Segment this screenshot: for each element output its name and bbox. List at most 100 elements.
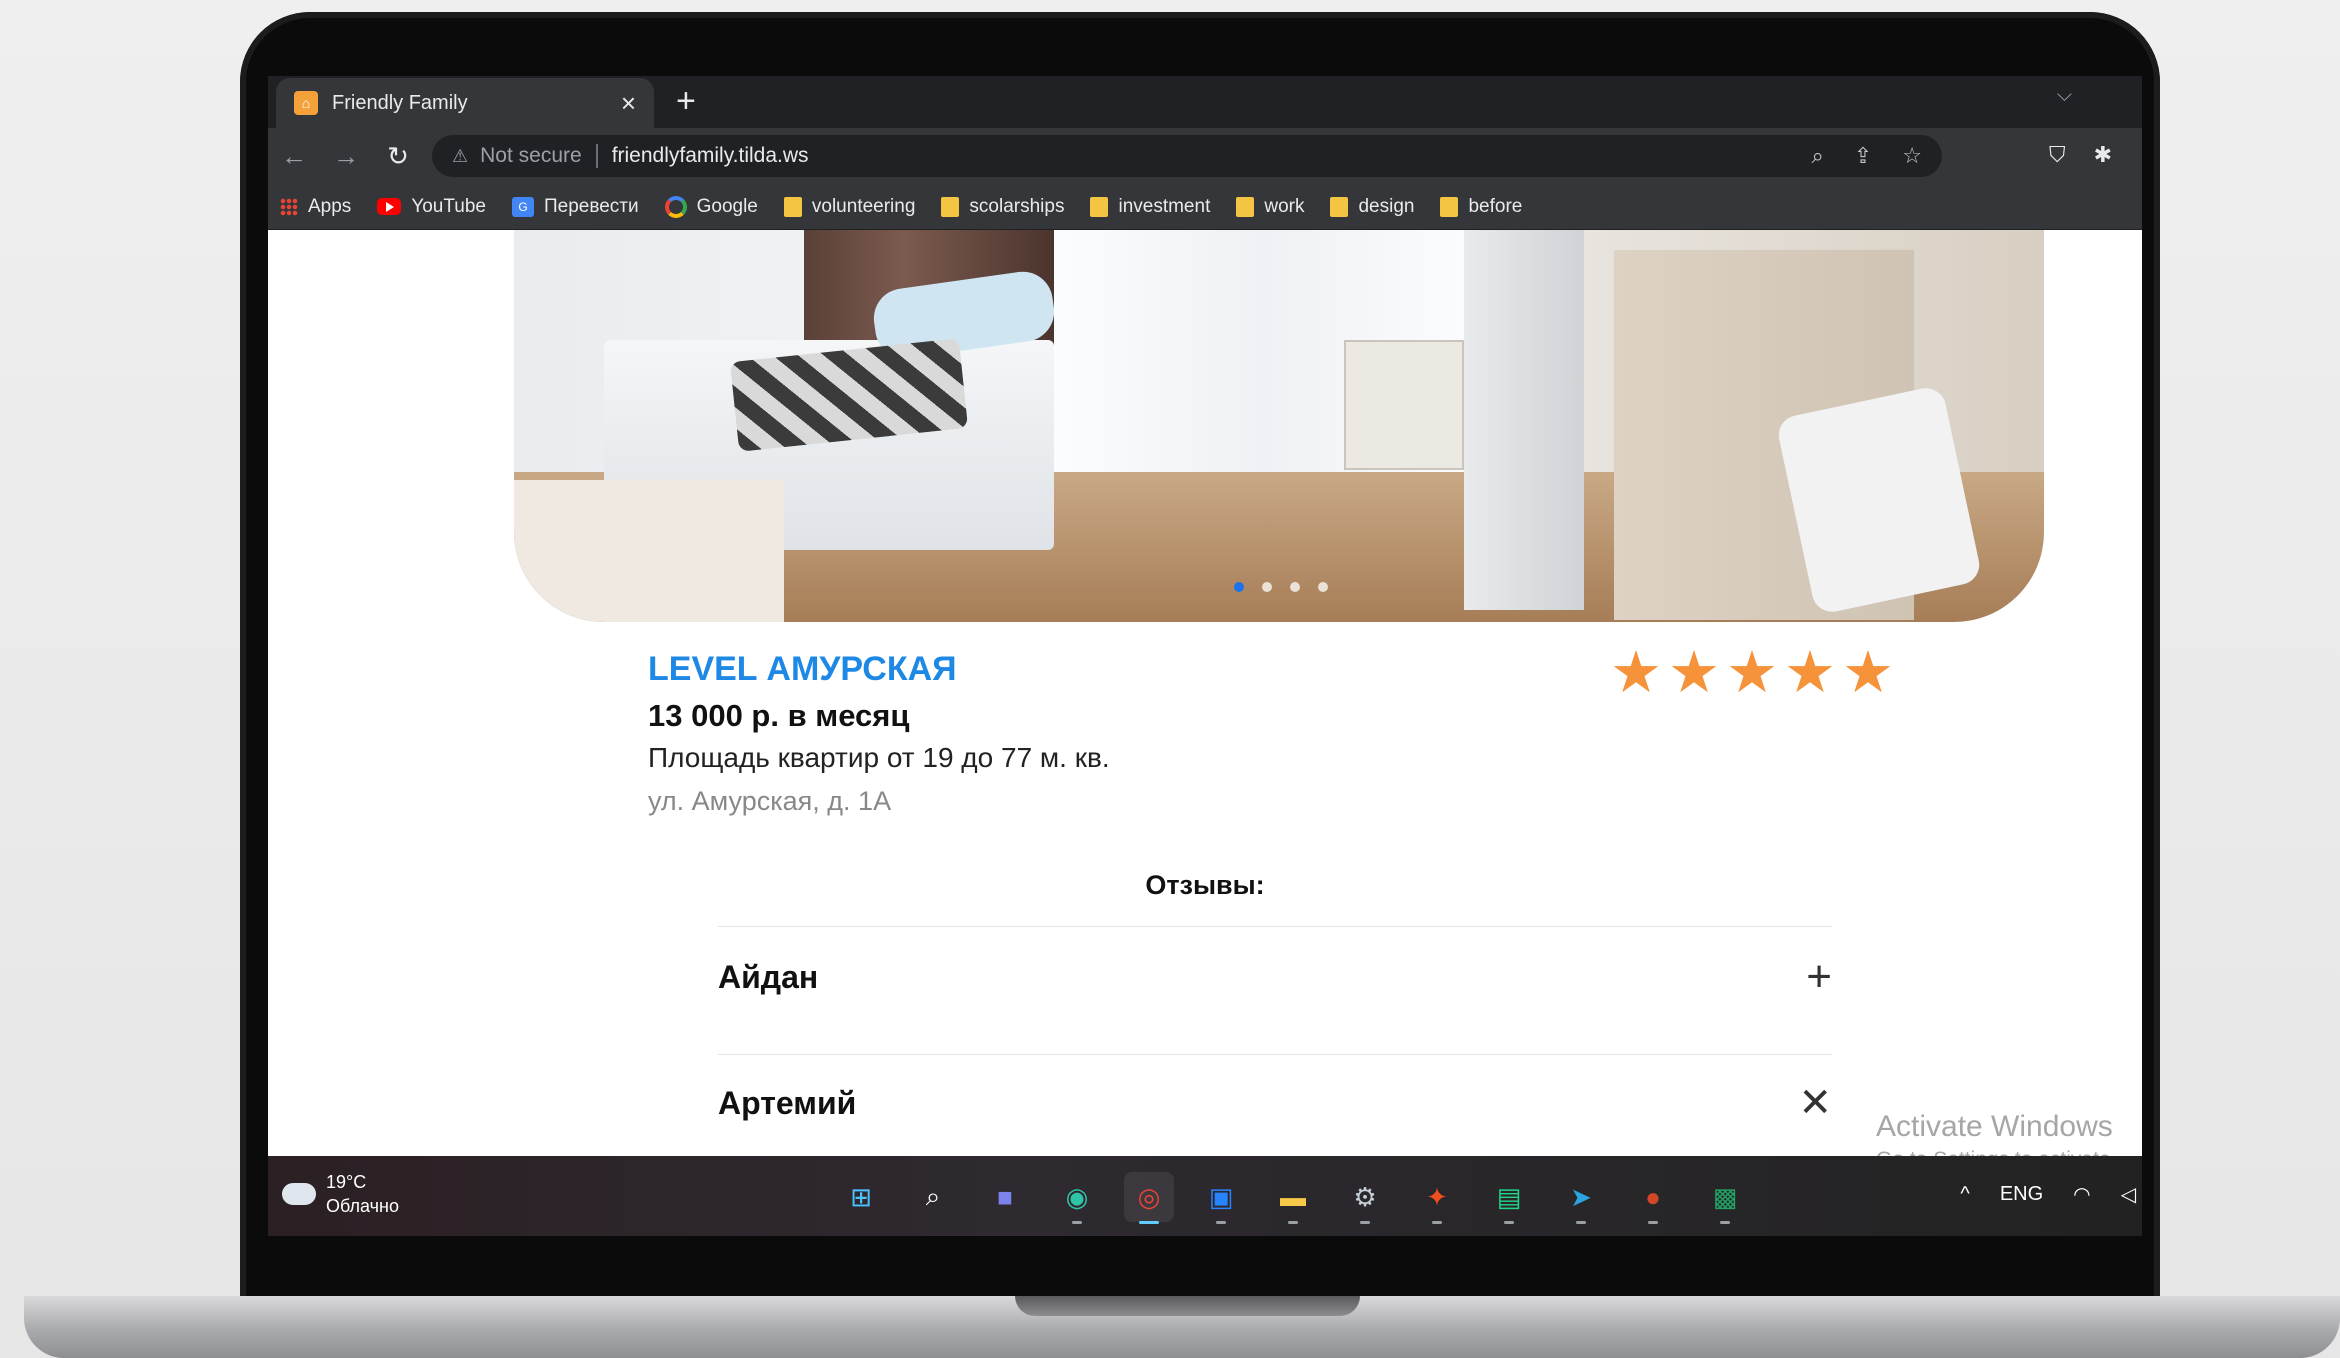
omnibox-separator <box>595 144 598 168</box>
listing-price: 13 000 р. в месяц <box>648 698 910 733</box>
powerpoint-icon[interactable]: ● <box>1628 1172 1678 1224</box>
photo-cabinet <box>514 480 784 622</box>
bookmark-label: YouTube <box>411 195 486 217</box>
bookmark-youtube[interactable]: YouTube <box>377 196 486 218</box>
edge-icon[interactable]: ◉ <box>1052 1172 1102 1224</box>
windows-start-icon[interactable]: ⊞ <box>836 1172 886 1222</box>
laptop-screen: ⌂ Friendly Family × + ⌵ ← → ↻ ⚠ Not secu… <box>268 76 2142 1236</box>
youtube-icon <box>377 198 402 215</box>
url-text[interactable]: friendlyfamily.tilda.ws <box>612 144 809 168</box>
collapse-close-icon[interactable]: ✕ <box>1798 1080 1832 1126</box>
listing-address: ул. Амурская, д. 1А <box>648 786 892 816</box>
telegram-icon[interactable]: ➤ <box>1556 1172 1606 1224</box>
cloud-weather-icon <box>282 1183 316 1205</box>
excel-icon[interactable]: ▩ <box>1700 1172 1750 1224</box>
carousel-dot[interactable] <box>1290 582 1300 592</box>
laptop-hinge <box>1015 1296 1360 1316</box>
browser-tab[interactable]: ⌂ Friendly Family × <box>276 78 654 128</box>
folder-icon <box>1236 196 1255 217</box>
carousel-dot[interactable] <box>1318 582 1328 592</box>
star-icon: ★ <box>1726 640 1778 705</box>
star-icon: ★ <box>1842 640 1894 705</box>
wifi-icon[interactable]: ◠ <box>2073 1182 2090 1207</box>
shield-extension-icon[interactable]: ⛉ <box>2049 142 2066 168</box>
bookmarks-bar: Apps YouTube G Перевести Google volunteer… <box>268 184 2142 230</box>
bookmark-translate[interactable]: G Перевести <box>511 195 639 218</box>
folder-icon <box>1090 196 1109 217</box>
folder-icon <box>1330 196 1349 217</box>
bookmark-folder-scolarships[interactable]: scolarships <box>941 196 1064 218</box>
bookmark-label: scolarships <box>969 195 1065 217</box>
site-favicon-icon: ⌂ <box>294 91 318 115</box>
reload-button[interactable]: ↻ <box>372 141 424 172</box>
bookmark-apps[interactable]: Apps <box>280 196 351 218</box>
tab-title: Friendly Family <box>332 91 468 114</box>
star-icon: ★ <box>1610 640 1662 705</box>
bookmark-label: volunteering <box>811 195 916 217</box>
new-tab-button[interactable]: + <box>676 84 696 118</box>
tab-close-icon[interactable]: × <box>621 90 636 116</box>
reviewer-name: Артемий <box>718 1084 857 1121</box>
carousel-dot[interactable] <box>1262 582 1272 592</box>
bookmark-label: Перевести <box>543 195 639 217</box>
folder-icon <box>783 196 802 217</box>
weather-widget[interactable]: 19°C Облачно <box>282 1170 399 1218</box>
watermark-line-2: Go to Settings to activate <box>1876 1148 2113 1156</box>
zoom-icon[interactable]: ⌕ <box>1812 143 1824 169</box>
star-icon: ★ <box>1784 640 1836 705</box>
photo-nightstand <box>1344 340 1464 470</box>
bookmark-google[interactable]: Google <box>664 195 758 218</box>
listing-area: Площадь квартир от 19 до 77 м. кв. <box>648 742 1110 773</box>
bookmark-label: work <box>1264 195 1305 217</box>
reviews-heading: Отзывы: <box>1145 870 1265 900</box>
watermark-line-1: Activate Windows <box>1876 1110 2113 1143</box>
trello-icon[interactable]: ▣ <box>1196 1172 1246 1224</box>
bookmark-folder-work[interactable]: work <box>1236 196 1304 218</box>
bookmark-star-icon[interactable]: ☆ <box>1902 143 1922 169</box>
puzzle-extension-icon[interactable]: ✱ <box>2094 142 2112 168</box>
chrome-icon[interactable]: ◎ <box>1124 1172 1174 1224</box>
bookmark-label: Google <box>696 195 758 217</box>
listing-photo-carousel[interactable] <box>514 230 2044 622</box>
figma-icon[interactable]: ✦ <box>1412 1172 1462 1224</box>
pycharm-icon[interactable]: ▤ <box>1484 1172 1534 1224</box>
divider <box>718 926 1832 927</box>
bookmark-label: investment <box>1118 195 1211 217</box>
translate-icon: G <box>511 196 534 217</box>
tab-search-icon[interactable]: ⌵ <box>2057 84 2072 107</box>
review-item[interactable]: Артемий ✕ <box>718 1080 1832 1126</box>
search-icon[interactable]: ⌕ <box>908 1172 958 1222</box>
bookmark-folder-volunteering[interactable]: volunteering <box>783 195 916 218</box>
windows-taskbar: 19°C Облачно ⊞ ⌕ ■ ◉ ◎ ▣ ▬ ⚙ ✦ ▤ ➤ ● ▩ ^ <box>268 1156 2142 1236</box>
security-label[interactable]: Not secure <box>480 144 582 168</box>
address-bar[interactable]: ⚠ Not secure friendlyfamily.tilda.ws ⌕ ⇪… <box>432 135 1942 177</box>
bookmark-label: design <box>1358 195 1415 217</box>
bookmark-folder-design[interactable]: design <box>1330 196 1414 218</box>
bookmark-folder-investment[interactable]: investment <box>1090 196 1210 218</box>
expand-plus-icon[interactable]: + <box>1806 952 1832 1002</box>
carousel-dot[interactable] <box>1234 582 1244 592</box>
google-icon <box>664 195 687 218</box>
omnibox-actions: ⌕ ⇪ ☆ <box>1812 143 1923 169</box>
weather-desc: Облачно <box>326 1196 399 1216</box>
language-indicator[interactable]: ENG <box>2000 1183 2043 1206</box>
forward-button[interactable]: → <box>320 141 372 172</box>
speaker-muted-icon[interactable]: ◁ <box>2121 1182 2136 1207</box>
taskbar-apps: ⊞ ⌕ ■ ◉ ◎ ▣ ▬ ⚙ ✦ ▤ ➤ ● ▩ <box>836 1172 1750 1224</box>
back-button[interactable]: ← <box>268 141 320 172</box>
warning-icon[interactable]: ⚠ <box>452 146 468 167</box>
web-page: LEVEL АМУРСКАЯ 13 000 р. в месяц Площадь… <box>268 230 2142 1156</box>
share-icon[interactable]: ⇪ <box>1854 143 1872 169</box>
teams-icon[interactable]: ■ <box>980 1172 1030 1222</box>
tray-chevron-icon[interactable]: ^ <box>1960 1183 1969 1206</box>
bookmark-folder-before[interactable]: before <box>1440 196 1522 218</box>
folder-icon <box>1440 196 1459 217</box>
review-item[interactable]: Айдан + <box>718 952 1832 1002</box>
settings-icon[interactable]: ⚙ <box>1340 1172 1390 1224</box>
extensions-area: ⛉ ✱ <box>2049 142 2112 168</box>
file-explorer-icon[interactable]: ▬ <box>1268 1172 1318 1224</box>
browser-toolbar: ← → ↻ ⚠ Not secure friendlyfamily.tilda.… <box>268 128 2142 184</box>
bookmark-label: before <box>1468 195 1523 217</box>
apps-grid-icon <box>280 197 298 216</box>
stage: ⌂ Friendly Family × + ⌵ ← → ↻ ⚠ Not secu… <box>0 0 2340 1358</box>
